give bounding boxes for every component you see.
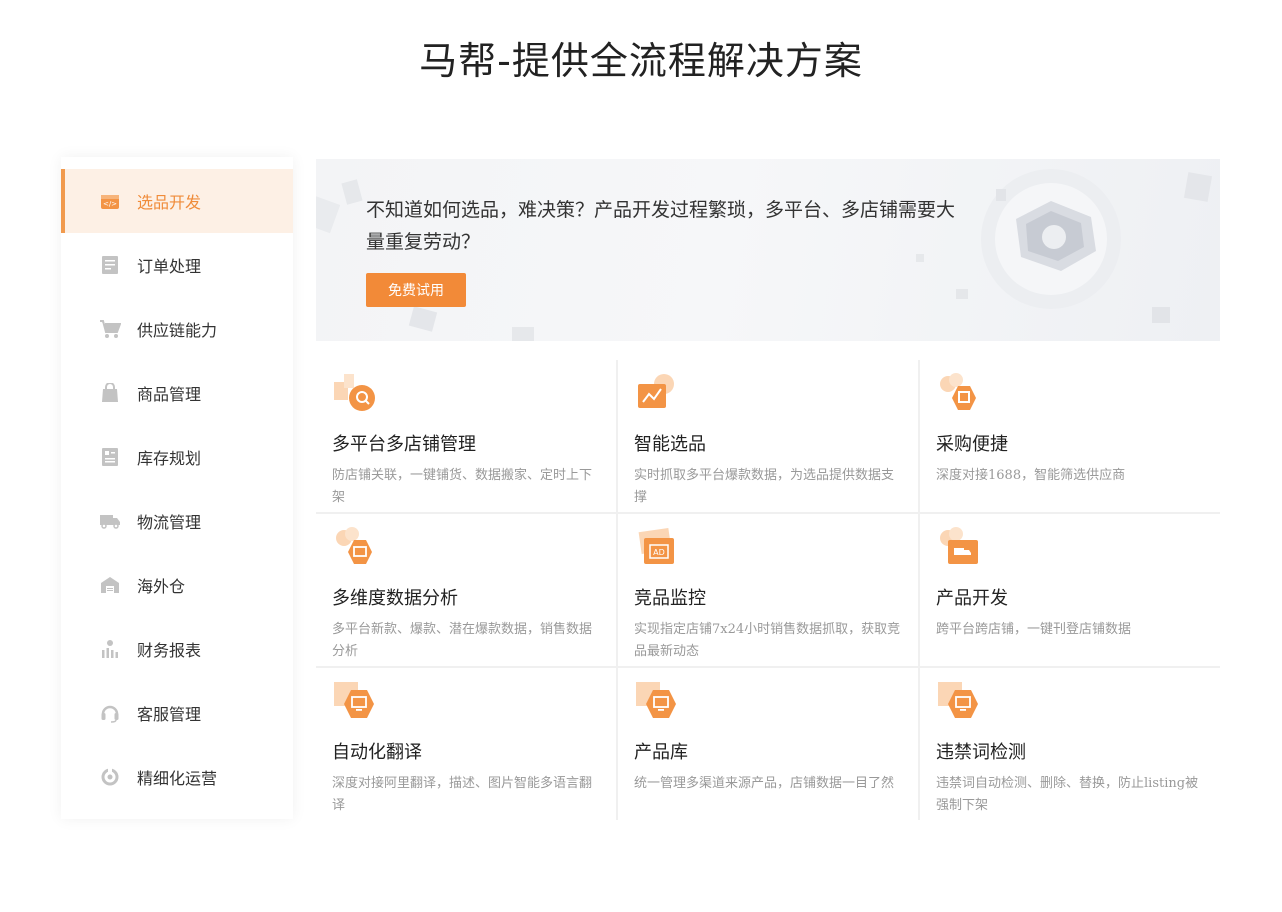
sidebar-item-label: 精细化运营 — [137, 769, 218, 788]
feature-card[interactable]: 多维度数据分析 多平台新款、爆款、潜在爆款数据，销售数据分析 — [316, 514, 616, 666]
sidebar-item-customer-service[interactable]: 客服管理 — [61, 681, 293, 745]
feature-title: 多维度数据分析 — [332, 588, 458, 609]
headset-icon — [99, 702, 121, 724]
feature-desc: 防店铺关联，一键铺货、数据搬家、定时上下架 — [332, 468, 593, 505]
code-box-icon: </> — [99, 190, 121, 212]
monitor-icon — [636, 682, 676, 718]
sidebar-item-supply-chain[interactable]: 供应链能力 — [61, 297, 293, 361]
sidebar-item-label: 订单处理 — [137, 257, 202, 276]
monitor-icon — [334, 682, 374, 718]
svg-text:</>: </> — [103, 200, 117, 208]
sidebar-item-label: 供应链能力 — [137, 321, 218, 340]
feature-card[interactable]: 产品库 统一管理多渠道来源产品，店铺数据一目了然 — [618, 668, 918, 820]
sidebar-item-goods[interactable]: 商品管理 — [61, 361, 293, 425]
feature-title: 产品库 — [634, 742, 688, 763]
sidebar-item-overseas-warehouse[interactable]: 海外仓 — [61, 553, 293, 617]
sidebar-item-inventory[interactable]: 库存规划 — [61, 425, 293, 489]
trend-chart-icon — [638, 374, 674, 408]
svg-text:AD: AD — [653, 548, 665, 557]
promo-banner: 不知道如何选品，难决策？产品开发过程繁琐，多平台、多店铺需要大量重复劳动？ 免费… — [316, 159, 1220, 341]
feature-card[interactable]: AD 竞品监控 实现指定店铺7x24小时销售数据抓取，获取竞品最新动态 — [618, 514, 918, 666]
feature-card[interactable]: 采购便捷 深度对接1688，智能筛选供应商 — [920, 360, 1220, 512]
free-trial-button[interactable]: 免费试用 — [366, 273, 466, 307]
sidebar-item-label: 财务报表 — [137, 641, 202, 660]
feature-desc: 多平台新款、爆款、潜在爆款数据，销售数据分析 — [332, 622, 593, 659]
sidebar-item-operations[interactable]: 精细化运营 — [61, 745, 293, 809]
delivery-icon — [940, 527, 978, 564]
shopping-bag-icon — [99, 382, 121, 404]
feature-title: 违禁词检测 — [936, 742, 1026, 763]
feature-title: 智能选品 — [634, 434, 706, 455]
feature-card[interactable]: 智能选品 实时抓取多平台爆款数据，为选品提供数据支撑 — [618, 360, 918, 512]
feature-desc: 违禁词自动检测、删除、替换，防止listing被强制下架 — [936, 776, 1199, 813]
sidebar-item-finance[interactable]: 财务报表 — [61, 617, 293, 681]
feature-title: 采购便捷 — [936, 434, 1008, 455]
inventory-icon — [99, 446, 121, 468]
warehouse-icon — [99, 574, 121, 596]
sidebar-item-label: 客服管理 — [137, 705, 202, 724]
feature-title: 多平台多店铺管理 — [332, 434, 476, 455]
sidebar-item-label: 商品管理 — [137, 385, 202, 404]
ad-icon: AD — [638, 528, 674, 564]
document-icon — [99, 254, 121, 276]
sidebar-item-label: 库存规划 — [137, 449, 202, 468]
sidebar-item-product-selection[interactable]: </> 选品开发 — [61, 169, 293, 233]
feature-desc: 深度对接阿里翻译，描述、图片智能多语言翻译 — [332, 776, 593, 813]
banner-text: 不知道如何选品，难决策？产品开发过程繁琐，多平台、多店铺需要大量重复劳动？ — [366, 199, 956, 253]
sidebar-item-logistics[interactable]: 物流管理 — [61, 489, 293, 553]
sidebar-item-label: 选品开发 — [137, 193, 202, 212]
feature-desc: 统一管理多渠道来源产品，店铺数据一目了然 — [634, 776, 895, 791]
feature-card[interactable]: 自动化翻译 深度对接阿里翻译，描述、图片智能多语言翻译 — [316, 668, 616, 820]
feature-grid: 多平台多店铺管理 防店铺关联，一键铺货、数据搬家、定时上下架 智能选品 实时抓取… — [316, 360, 1220, 820]
feature-card[interactable]: 产品开发 跨平台跨店铺，一键刊登店铺数据 — [920, 514, 1220, 666]
cart-icon — [99, 318, 121, 340]
sidebar-item-label: 物流管理 — [137, 513, 202, 532]
feature-card[interactable]: 违禁词检测 违禁词自动检测、删除、替换，防止listing被强制下架 — [920, 668, 1220, 820]
monitor-icon — [938, 682, 978, 718]
operations-icon — [99, 766, 121, 788]
feature-title: 竞品监控 — [634, 588, 706, 609]
feature-card[interactable]: 多平台多店铺管理 防店铺关联，一键铺货、数据搬家、定时上下架 — [316, 360, 616, 512]
feature-desc: 深度对接1688，智能筛选供应商 — [936, 468, 1126, 483]
purchase-icon — [940, 373, 976, 410]
search-store-icon — [334, 374, 375, 411]
feature-desc: 实时抓取多平台爆款数据，为选品提供数据支撑 — [634, 468, 895, 505]
data-analysis-icon — [336, 527, 372, 564]
sidebar-item-orders[interactable]: 订单处理 — [61, 233, 293, 297]
feature-title: 自动化翻译 — [332, 742, 422, 763]
feature-desc: 跨平台跨店铺，一键刊登店铺数据 — [936, 622, 1132, 637]
page-title: 马帮-提供全流程解决方案 — [419, 39, 863, 83]
sidebar: </> 选品开发 订单处理 供应链能力 商品管理 库存规划 物流管理 海外仓 财… — [61, 157, 293, 819]
truck-icon — [99, 510, 121, 532]
feature-title: 产品开发 — [936, 588, 1008, 609]
finance-chart-icon — [99, 638, 121, 660]
feature-desc: 实现指定店铺7x24小时销售数据抓取，获取竞品最新动态 — [634, 622, 901, 659]
sidebar-item-label: 海外仓 — [137, 577, 186, 596]
